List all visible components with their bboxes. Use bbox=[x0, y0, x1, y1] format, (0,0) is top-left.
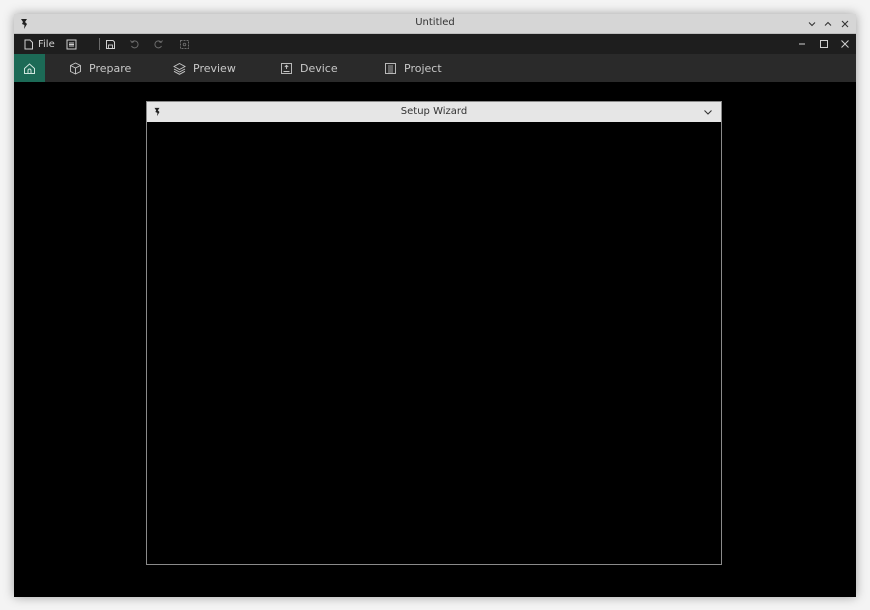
list-menu-button[interactable] bbox=[66, 36, 77, 52]
tab-device-label: Device bbox=[300, 61, 338, 75]
file-menu-label: File bbox=[38, 38, 55, 50]
redo-button[interactable] bbox=[153, 36, 164, 52]
settings-button[interactable] bbox=[179, 36, 190, 52]
save-icon bbox=[106, 39, 115, 49]
tab-project[interactable]: Project bbox=[384, 54, 442, 82]
close-icon bbox=[841, 20, 849, 28]
app-window: Untitled File Prepare Preview Device Pro… bbox=[14, 14, 856, 597]
minimize-button[interactable] bbox=[804, 16, 820, 32]
list-icon bbox=[66, 39, 77, 49]
chevron-up-icon bbox=[824, 21, 832, 26]
window-titlebar[interactable]: Untitled bbox=[14, 14, 856, 34]
chevron-down-icon bbox=[808, 22, 816, 27]
tab-prepare[interactable]: Prepare bbox=[69, 54, 131, 82]
setup-wizard-dialog: Setup Wizard bbox=[146, 101, 722, 565]
file-icon bbox=[24, 39, 33, 49]
tab-device[interactable]: Device bbox=[280, 54, 338, 82]
home-icon bbox=[24, 62, 35, 74]
cube-icon bbox=[70, 61, 81, 75]
layers-icon bbox=[173, 62, 186, 75]
tab-project-label: Project bbox=[404, 61, 442, 75]
tab-preview[interactable]: Preview bbox=[173, 54, 236, 82]
settings-icon bbox=[180, 39, 189, 49]
minimize-icon bbox=[799, 43, 805, 45]
inner-close-button[interactable] bbox=[840, 36, 850, 52]
tab-home[interactable] bbox=[14, 54, 45, 82]
tab-prepare-label: Prepare bbox=[89, 61, 132, 75]
main-tab-bar: Prepare Preview Device Project bbox=[14, 54, 856, 82]
project-icon bbox=[385, 62, 396, 74]
chevron-down-icon[interactable] bbox=[701, 105, 715, 119]
close-window-button[interactable] bbox=[837, 16, 853, 32]
file-menu[interactable]: File bbox=[23, 36, 55, 52]
maximize-icon bbox=[820, 40, 828, 48]
maximize-button[interactable] bbox=[820, 16, 836, 32]
save-button[interactable] bbox=[105, 36, 116, 52]
undo-icon bbox=[130, 39, 139, 48]
inner-minimize-button[interactable] bbox=[797, 36, 807, 52]
inner-maximize-button[interactable] bbox=[819, 36, 829, 52]
menu-separator bbox=[99, 38, 100, 50]
dialog-titlebar[interactable]: Setup Wizard bbox=[147, 102, 721, 122]
device-icon bbox=[281, 62, 292, 74]
undo-button[interactable] bbox=[129, 36, 140, 52]
tab-preview-label: Preview bbox=[193, 61, 236, 75]
redo-icon bbox=[154, 39, 163, 48]
window-title: Untitled bbox=[415, 17, 455, 28]
close-icon bbox=[841, 40, 849, 48]
menu-bar: File bbox=[14, 34, 856, 54]
dialog-title: Setup Wizard bbox=[400, 106, 468, 117]
